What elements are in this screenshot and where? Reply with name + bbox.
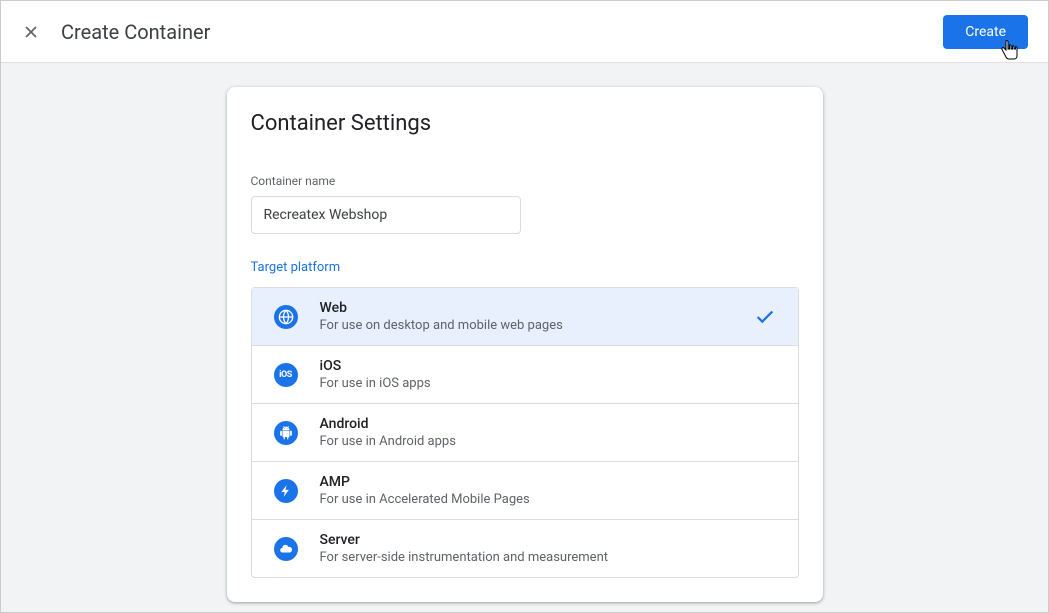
android-icon: [274, 421, 298, 445]
create-button[interactable]: Create: [943, 15, 1028, 49]
page-title: Create Container: [61, 20, 943, 44]
amp-icon: [274, 479, 298, 503]
web-icon: [274, 305, 298, 329]
platform-desc: For server-side instrumentation and meas…: [320, 550, 776, 565]
header: Create Container Create: [1, 1, 1048, 63]
target-platform-label: Target platform: [251, 260, 799, 275]
platform-option-server[interactable]: Server For server-side instrumentation a…: [252, 520, 798, 577]
platform-option-amp[interactable]: AMP For use in Accelerated Mobile Pages: [252, 462, 798, 520]
platform-text: Android For use in Android apps: [320, 416, 776, 449]
ios-icon: iOS: [274, 363, 298, 387]
platform-name: Server: [320, 532, 776, 548]
platform-name: Android: [320, 416, 776, 432]
platform-option-ios[interactable]: iOS iOS For use in iOS apps: [252, 346, 798, 404]
platform-name: Web: [320, 300, 754, 316]
platform-name: AMP: [320, 474, 776, 490]
check-icon: [754, 306, 776, 328]
platform-name: iOS: [320, 358, 776, 374]
platform-text: AMP For use in Accelerated Mobile Pages: [320, 474, 776, 507]
platform-desc: For use in Android apps: [320, 434, 776, 449]
container-name-input[interactable]: [251, 196, 521, 234]
settings-card: Container Settings Container name Target…: [227, 87, 823, 602]
card-title: Container Settings: [251, 111, 799, 136]
platform-option-android[interactable]: Android For use in Android apps: [252, 404, 798, 462]
platform-option-web[interactable]: Web For use on desktop and mobile web pa…: [252, 288, 798, 346]
close-icon[interactable]: [21, 22, 41, 42]
cloud-icon: [274, 537, 298, 561]
platform-desc: For use in iOS apps: [320, 376, 776, 391]
platform-desc: For use in Accelerated Mobile Pages: [320, 492, 776, 507]
platform-text: Web For use on desktop and mobile web pa…: [320, 300, 754, 333]
platform-text: Server For server-side instrumentation a…: [320, 532, 776, 565]
platform-text: iOS For use in iOS apps: [320, 358, 776, 391]
platform-list: Web For use on desktop and mobile web pa…: [251, 287, 799, 578]
content-area: Container Settings Container name Target…: [1, 63, 1048, 612]
platform-desc: For use on desktop and mobile web pages: [320, 318, 754, 333]
container-name-label: Container name: [251, 174, 799, 188]
